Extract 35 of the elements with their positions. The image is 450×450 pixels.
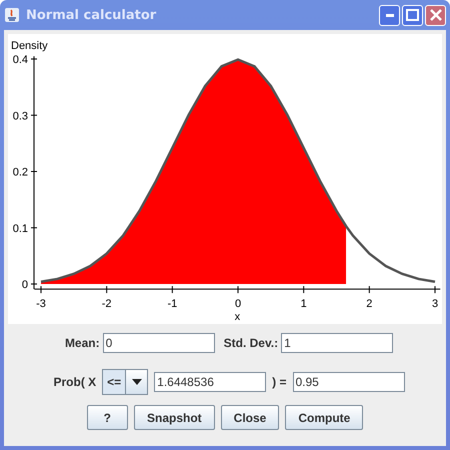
x-tick-label: 2 (366, 298, 372, 310)
x-value-field[interactable]: 1.6448536 (154, 372, 266, 392)
dialog-button[interactable]: Compute (285, 405, 364, 430)
y-tick-label: 0.1 (12, 222, 28, 235)
x-tick-label: -1 (167, 298, 178, 310)
dialog-button[interactable]: Close (220, 405, 280, 430)
x-tick-label: 3 (432, 298, 438, 310)
x-tick-label: 0 (234, 298, 242, 310)
x-tick-label: -2 (102, 298, 112, 310)
x-axis-label: x (234, 311, 240, 323)
y-tick-label: 0.4 (12, 54, 28, 66)
dialog-button[interactable]: ? (86, 405, 128, 430)
y-tick-label: 0.3 (12, 110, 28, 122)
x-tick-label: -3 (36, 298, 46, 310)
mean-label: Mean: (64, 336, 100, 350)
dialog-button[interactable]: Snapshot (134, 405, 215, 430)
std-dev-label: Std. Dev.: (224, 336, 278, 350)
close-icon (430, 9, 442, 21)
std-dev-field[interactable]: 1 (281, 333, 394, 353)
equals-label: ) = (272, 375, 286, 389)
y-tick-label: 0 (22, 279, 28, 291)
probability-label: Prob( X (53, 375, 96, 389)
window-title: Normal calculator (26, 8, 158, 22)
y-tick-label: 0.2 (12, 166, 28, 178)
maximize-icon (406, 9, 419, 21)
app-icon (4, 7, 20, 23)
minimize-button[interactable] (379, 4, 400, 26)
operator-dropdown[interactable]: <= (102, 369, 148, 395)
mean-field[interactable]: 0 (102, 333, 215, 353)
y-axis-label: Density (11, 40, 48, 52)
maximize-button[interactable] (402, 4, 423, 26)
close-window-button[interactable] (425, 4, 446, 26)
probability-field[interactable]: 0.95 (292, 372, 404, 392)
minimize-icon (386, 14, 394, 16)
x-tick-label: 1 (300, 298, 307, 310)
